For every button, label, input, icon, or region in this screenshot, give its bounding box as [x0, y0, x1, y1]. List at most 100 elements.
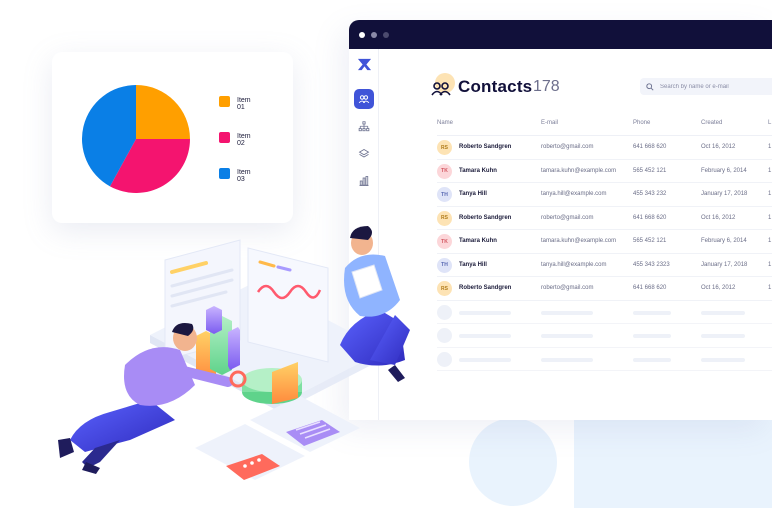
table-header: Name E-mail Phone Created L [437, 116, 772, 136]
contact-phone: 455 343 2323 [633, 261, 670, 268]
contact-last: 1 [768, 238, 772, 244]
users-icon [358, 95, 370, 104]
decorative-block [574, 418, 772, 508]
column-header-phone[interactable]: Phone [633, 120, 650, 126]
contact-email[interactable]: tamara.kuhn@example.com [541, 168, 616, 174]
floor-card-list [286, 420, 340, 446]
pie-chart-card: Item 01 Item 02 Item 03 [52, 52, 293, 223]
contact-created: Oct 16, 2012 [701, 144, 736, 150]
contact-name[interactable]: Tamara Kuhn [459, 238, 497, 244]
sidebar-item-hierarchy[interactable] [354, 117, 374, 137]
skeleton-bar [701, 310, 745, 315]
isometric-pie [242, 362, 302, 404]
skeleton-bar [701, 357, 745, 362]
contact-phone: 641 668 620 [633, 144, 667, 150]
column-header-last[interactable]: L [768, 120, 771, 126]
legend-swatch [219, 168, 230, 179]
sidebar-item-reports[interactable] [354, 171, 374, 191]
person-analyst-illustration [58, 323, 247, 474]
bar-chart-icon [359, 176, 369, 186]
contact-last: 1 [768, 285, 772, 291]
skeleton-bar [541, 310, 593, 315]
isometric-bars [196, 306, 240, 381]
avatar: TK [437, 234, 452, 249]
search-input[interactable] [660, 83, 770, 90]
contact-name[interactable]: Tanya Hill [459, 191, 487, 197]
pie-chart [82, 85, 190, 193]
pie-slice-1 [136, 85, 190, 139]
window-dot-close[interactable] [359, 31, 365, 38]
contact-created: January 17, 2018 [701, 261, 748, 268]
floor-card-chat [226, 454, 280, 480]
skeleton-bar [459, 334, 511, 338]
skeleton-row [437, 301, 772, 324]
contact-email[interactable]: tanya.hill@example.com [541, 262, 606, 268]
avatar: RS [437, 140, 452, 155]
hierarchy-icon [358, 121, 370, 132]
contact-name[interactable]: Roberto Sandgren [459, 285, 511, 291]
contact-name[interactable]: Tamara Kuhn [459, 168, 497, 174]
legend-label: Item 02 [237, 133, 251, 147]
contact-email[interactable]: tamara.kuhn@example.com [541, 238, 616, 244]
contacts-table: Name E-mail Phone Created L RS Roberto S… [437, 116, 772, 371]
skeleton-avatar [437, 304, 452, 320]
skeleton-bar [633, 357, 671, 362]
skeleton-bar [541, 357, 593, 362]
contact-created: February 6, 2014 [701, 238, 747, 244]
contact-name[interactable]: Roberto Sandgren [459, 144, 511, 150]
table-row[interactable]: RS Roberto Sandgren roberto@gmail.com 64… [437, 277, 772, 301]
legend-label: Item 01 [237, 97, 251, 111]
contacts-count: 178 [533, 78, 560, 95]
contact-phone: 641 668 620 [633, 214, 667, 221]
report-panel-back [164, 239, 329, 363]
contact-last: 1 [768, 214, 772, 221]
contact-email[interactable]: roberto@gmail.com [541, 285, 593, 291]
layers-icon [358, 149, 370, 158]
contacts-icon [431, 82, 451, 96]
legend-label: Item 03 [237, 169, 251, 183]
table-row[interactable]: RS Roberto Sandgren roberto@gmail.com 64… [437, 136, 772, 160]
column-header-created[interactable]: Created [701, 120, 722, 126]
contact-name[interactable]: Roberto Sandgren [459, 215, 511, 221]
skeleton-avatar [437, 351, 452, 367]
legend-swatch [219, 132, 230, 143]
app-window: Contacts 178 Name E-mail Phone Created L… [349, 20, 772, 420]
table-row[interactable]: TH Tanya Hill tanya.hill@example.com 455… [437, 254, 772, 277]
legend-swatch [219, 96, 230, 107]
sidebar-item-layers[interactable] [354, 144, 374, 164]
skeleton-avatar [437, 328, 452, 343]
avatar: TH [437, 257, 452, 273]
window-dot-minimize[interactable] [371, 31, 377, 38]
contact-created: Oct 16, 2012 [701, 214, 736, 221]
table-row[interactable]: TK Tamara Kuhn tamara.kuhn@example.com 5… [437, 230, 772, 254]
app-logo-icon[interactable] [357, 57, 372, 72]
contact-created: January 17, 2018 [701, 191, 748, 197]
avatar: TK [437, 163, 452, 179]
skeleton-bar [633, 310, 671, 315]
decorative-circle [469, 418, 557, 506]
skeleton-row [437, 348, 772, 371]
table-row[interactable]: TH Tanya Hill tanya.hill@example.com 455… [437, 183, 772, 207]
avatar: RS [437, 281, 452, 296]
search-icon [646, 82, 654, 91]
contact-name[interactable]: Tanya Hill [459, 262, 487, 268]
window-titlebar [349, 20, 772, 49]
skeleton-bar [701, 334, 745, 338]
contact-email[interactable]: tanya.hill@example.com [541, 191, 606, 197]
column-header-email[interactable]: E-mail [541, 120, 558, 126]
skeleton-bar [459, 357, 511, 362]
contact-phone: 455 343 232 [633, 191, 667, 197]
column-header-name[interactable]: Name [437, 120, 453, 126]
sidebar-item-contacts[interactable] [354, 89, 374, 109]
contact-email[interactable]: roberto@gmail.com [541, 144, 593, 150]
table-row[interactable]: RS Roberto Sandgren roberto@gmail.com 64… [437, 207, 772, 230]
table-row[interactable]: TK Tamara Kuhn tamara.kuhn@example.com 5… [437, 160, 772, 183]
contact-last: 1 [768, 261, 772, 268]
skeleton-bar [459, 310, 511, 315]
skeleton-bar [633, 334, 671, 338]
window-dot-maximize[interactable] [383, 31, 389, 38]
search-box[interactable] [640, 78, 772, 95]
contact-email[interactable]: roberto@gmail.com [541, 215, 593, 221]
contact-last: 1 [768, 191, 772, 197]
page-title: Contacts [458, 77, 533, 96]
